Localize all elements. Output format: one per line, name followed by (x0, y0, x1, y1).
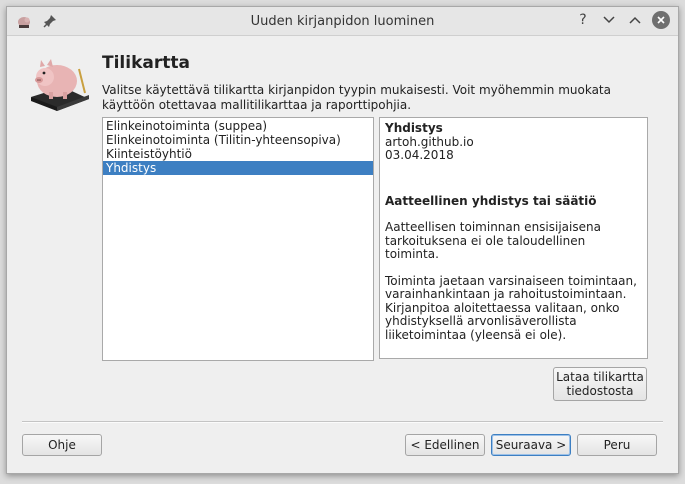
titlebar[interactable]: Uuden kirjanpidon luominen ? (7, 7, 678, 36)
info-paragraph: Toiminta jaetaan varsinaiseen toimintaan… (385, 273, 637, 342)
question-icon[interactable]: ? (574, 11, 592, 29)
load-button-line1: Lataa tilikartta (556, 370, 644, 384)
info-paragraph: Aatteellisen toiminnan ensisijaisena tar… (385, 220, 601, 261)
piggy-bank-book-icon (23, 49, 95, 121)
list-item-selected[interactable]: Yhdistys (103, 161, 373, 175)
info-section-title: Aatteellinen yhdistys tai säätiö (385, 193, 597, 208)
next-button[interactable]: Seuraava > (491, 434, 571, 456)
help-button[interactable]: Ohje (22, 434, 102, 456)
page-description: Valitse käytettävä tilikartta kirjanpido… (102, 83, 611, 112)
info-date: 03.04.2018 (385, 148, 454, 162)
list-item[interactable]: Elinkeinotoiminta (suppea) (103, 119, 373, 133)
page-title: Tilikartta (102, 53, 190, 73)
cancel-button[interactable]: Peru (577, 434, 657, 456)
wizard-window: Uuden kirjanpidon luominen ? Tilikartta … (6, 6, 679, 474)
info-author: artoh.github.io (385, 134, 474, 149)
separator (22, 421, 663, 423)
list-item[interactable]: Kiinteistöyhtiö (103, 147, 373, 161)
info-name: Yhdistys (385, 121, 443, 135)
load-button-line2: tiedostosta (566, 384, 634, 398)
list-item[interactable]: Elinkeinotoiminta (Tilitin-yhteensopiva) (103, 133, 373, 147)
chart-list[interactable]: Elinkeinotoiminta (suppea) Elinkeinotoim… (102, 117, 374, 361)
close-icon[interactable] (652, 11, 670, 29)
back-button[interactable]: < Edellinen (405, 434, 485, 456)
chart-info-panel: Yhdistys artoh.github.io 03.04.2018 Aatt… (379, 117, 648, 359)
chevron-down-icon[interactable] (600, 11, 618, 29)
chevron-up-icon[interactable] (626, 11, 644, 29)
load-chart-from-file-button[interactable]: Lataa tilikartta tiedostosta (553, 367, 647, 401)
